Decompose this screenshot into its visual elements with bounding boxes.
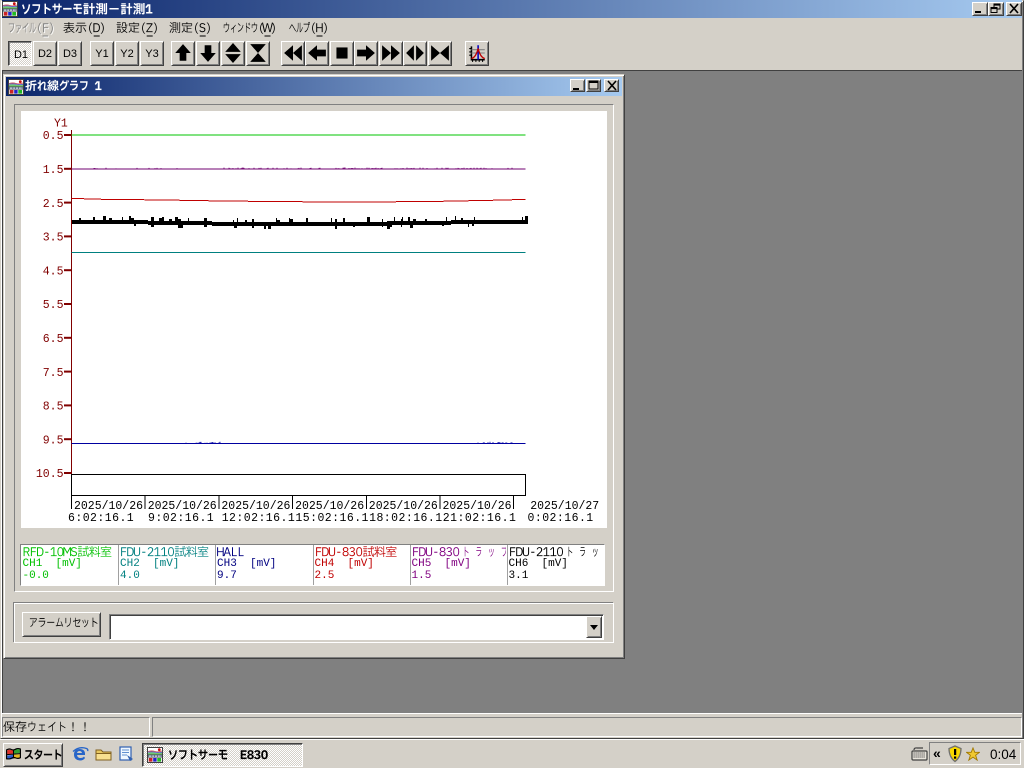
- svg-text:9:02:16.1: 9:02:16.1: [148, 512, 214, 525]
- svg-text:9.5: 9.5: [43, 434, 64, 447]
- svg-text:7.5: 7.5: [43, 367, 64, 380]
- svg-text:18:02:16.1: 18:02:16.1: [369, 512, 443, 525]
- svg-text:1.5: 1.5: [43, 164, 64, 177]
- svg-text:4.5: 4.5: [43, 265, 64, 278]
- svg-text:3.5: 3.5: [43, 232, 64, 245]
- svg-text:Y1: Y1: [54, 118, 68, 131]
- svg-text:5.5: 5.5: [43, 299, 64, 312]
- svg-text:10.5: 10.5: [36, 468, 64, 481]
- svg-text:0.5: 0.5: [43, 130, 64, 143]
- svg-text:12:02:16.1: 12:02:16.1: [222, 512, 296, 525]
- svg-text:15:02:16.1: 15:02:16.1: [295, 512, 369, 525]
- svg-text:2.5: 2.5: [43, 198, 64, 211]
- svg-text:8.5: 8.5: [43, 401, 64, 414]
- svg-text:21:02:16.1: 21:02:16.1: [443, 512, 517, 525]
- svg-text:6:02:16.1: 6:02:16.1: [68, 512, 134, 525]
- svg-text:0:02:16.1: 0:02:16.1: [528, 512, 594, 525]
- svg-text:6.5: 6.5: [43, 333, 64, 346]
